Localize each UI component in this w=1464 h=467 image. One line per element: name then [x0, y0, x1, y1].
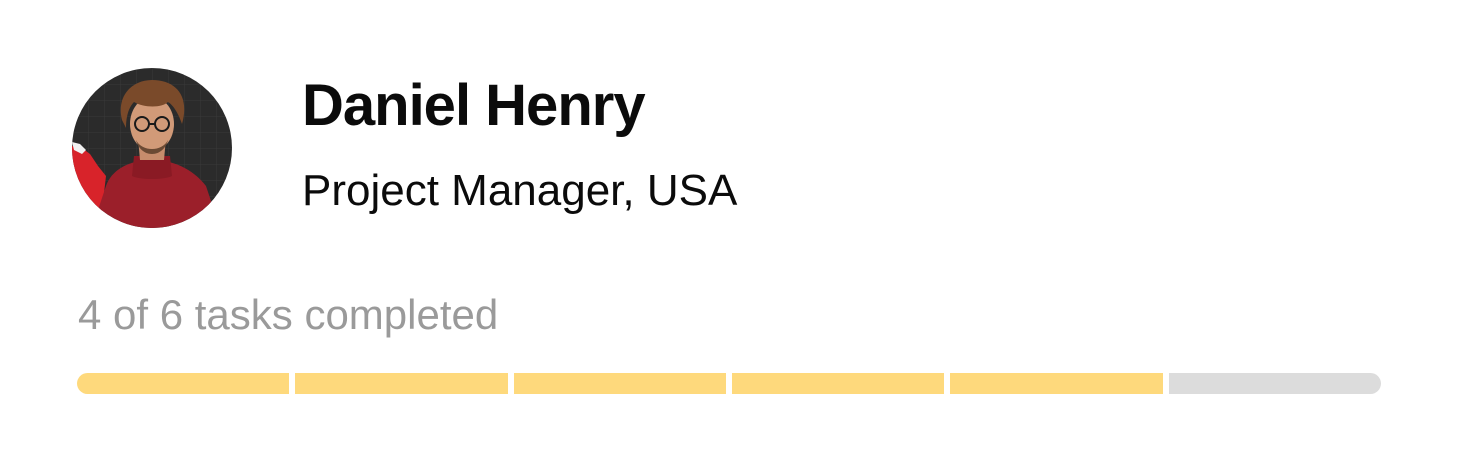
profile-role: Project Manager, USA — [302, 166, 738, 215]
task-progress-bar — [77, 373, 1381, 394]
progress-segment-done — [731, 373, 945, 394]
avatar[interactable] — [72, 68, 232, 228]
progress-segment-done — [77, 373, 290, 394]
progress-segment-done — [513, 373, 726, 394]
profile-card: Daniel Henry Project Manager, USA 4 of 6… — [0, 0, 1464, 467]
progress-segment-done — [295, 373, 508, 394]
progress-segment-done — [950, 373, 1163, 394]
task-progress-label: 4 of 6 tasks completed — [78, 291, 499, 338]
profile-name: Daniel Henry — [302, 73, 646, 138]
progress-segment-pending — [1168, 373, 1381, 394]
profile-photo-icon — [72, 68, 232, 228]
